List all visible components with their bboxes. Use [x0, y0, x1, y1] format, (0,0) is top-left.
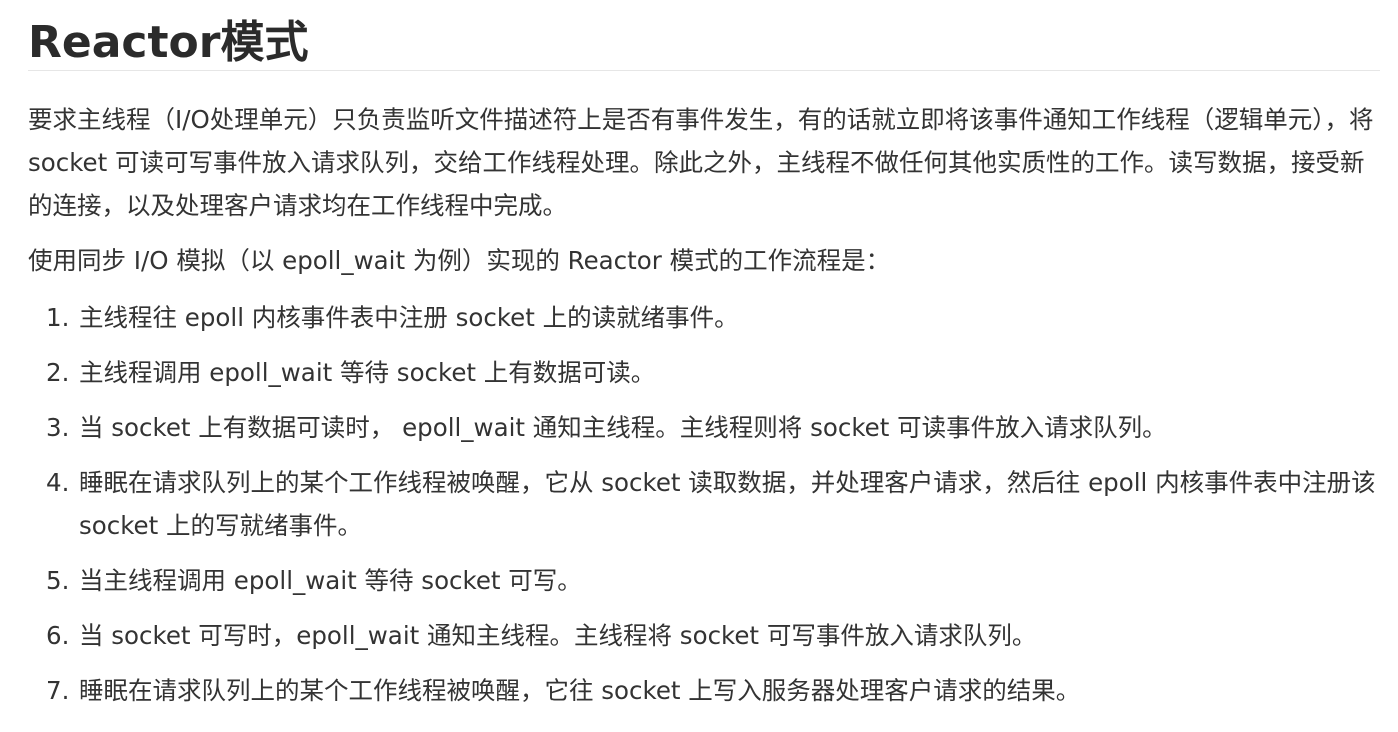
- list-item-number: 1.: [46, 303, 70, 332]
- list-item: 2. 主线程调用 epoll_wait 等待 socket 上有数据可读。: [28, 351, 1380, 394]
- workflow-intro-paragraph: 使用同步 I/O 模拟（以 epoll_wait 为例）实现的 Reactor …: [28, 246, 891, 275]
- list-item-text: 睡眠在请求队列上的某个工作线程被唤醒，它往 socket 上写入服务器处理客户请…: [79, 676, 1081, 705]
- list-item-number: 6.: [46, 621, 70, 650]
- list-item-text: 睡眠在请求队列上的某个工作线程被唤醒，它从 socket 读取数据，并处理客户请…: [79, 468, 1376, 540]
- list-item-number: 3.: [46, 413, 70, 442]
- list-item-number: 4.: [46, 468, 70, 497]
- intro-paragraph: 要求主线程（I/O处理单元）只负责监听文件描述符上是否有事件发生，有的话就立即将…: [28, 105, 1374, 220]
- list-item-text: 当 socket 可写时，epoll_wait 通知主线程。主线程将 socke…: [79, 621, 1037, 650]
- list-item-text: 当 socket 上有数据可读时， epoll_wait 通知主线程。主线程则将…: [79, 413, 1167, 442]
- list-item: 5. 当主线程调用 epoll_wait 等待 socket 可写。: [28, 559, 1380, 602]
- page-title: Reactor模式: [28, 0, 1380, 71]
- list-item-number: 5.: [46, 566, 70, 595]
- article-content: Reactor模式 要求主线程（I/O处理单元）只负责监听文件描述符上是否有事件…: [28, 0, 1380, 724]
- list-item-text: 主线程往 epoll 内核事件表中注册 socket 上的读就绪事件。: [79, 303, 739, 332]
- list-item: 3. 当 socket 上有数据可读时， epoll_wait 通知主线程。主线…: [28, 406, 1380, 449]
- list-item-text: 当主线程调用 epoll_wait 等待 socket 可写。: [79, 566, 582, 595]
- list-item: 1. 主线程往 epoll 内核事件表中注册 socket 上的读就绪事件。: [28, 296, 1380, 339]
- workflow-steps-list: 1. 主线程往 epoll 内核事件表中注册 socket 上的读就绪事件。 2…: [28, 296, 1380, 712]
- list-item-number: 2.: [46, 358, 70, 387]
- list-item: 7. 睡眠在请求队列上的某个工作线程被唤醒，它往 socket 上写入服务器处理…: [28, 669, 1380, 712]
- list-item: 6. 当 socket 可写时，epoll_wait 通知主线程。主线程将 so…: [28, 614, 1380, 657]
- list-item-number: 7.: [46, 676, 70, 705]
- list-item: 4. 睡眠在请求队列上的某个工作线程被唤醒，它从 socket 读取数据，并处理…: [28, 461, 1380, 547]
- list-item-text: 主线程调用 epoll_wait 等待 socket 上有数据可读。: [79, 358, 656, 387]
